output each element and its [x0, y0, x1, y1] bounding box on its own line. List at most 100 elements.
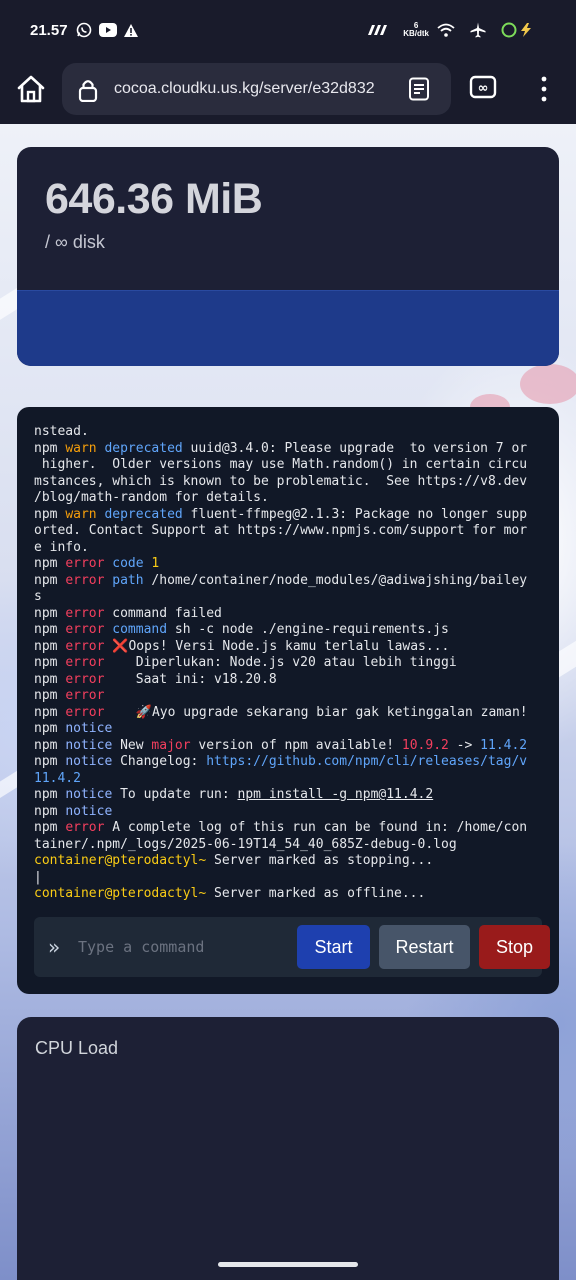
- console-card: nstead. npm warn deprecated uuid@3.4.0: P…: [17, 407, 559, 994]
- console-line: npm notice: [34, 721, 544, 738]
- console-output[interactable]: nstead. npm warn deprecated uuid@3.4.0: P…: [34, 424, 544, 904]
- console-segment: fluent-ffmpeg@2.1.3: Package no longer s…: [182, 506, 528, 522]
- tabs-icon: ∞: [469, 75, 497, 99]
- tabs-button[interactable]: ∞: [468, 72, 498, 102]
- console-segment: npm: [34, 820, 66, 835]
- console-segment: Diperlukan: Node.js v20 atau lebih tingg…: [104, 655, 457, 670]
- console-segment: npm: [34, 605, 66, 621]
- url-text: cocoa.cloudku.us.kg/server/e32d832: [114, 80, 375, 97]
- console-line: npm error A complete log of this run can…: [34, 820, 544, 837]
- console-segment: notice: [65, 721, 113, 736]
- console-line: e info.: [34, 540, 544, 557]
- more-vert-icon: [541, 76, 547, 102]
- console-line: npm error ❌Oops! Versi Node.js kamu terl…: [34, 639, 544, 656]
- console-segment: notice: [65, 787, 113, 802]
- console-segment: npm: [34, 556, 66, 571]
- console-segment: warn: [65, 506, 97, 522]
- console-segment: error: [65, 605, 105, 621]
- console-segment: /blog/math-random for details.: [34, 490, 269, 505]
- console-segment: ❌: [112, 638, 129, 654]
- console-segment: error: [65, 704, 105, 720]
- console-segment: mstances, which is known to be problemat…: [34, 473, 528, 489]
- gesture-home-indicator[interactable]: [218, 1262, 358, 1267]
- console-line: higher. Older versions may use Math.rand…: [34, 457, 544, 474]
- console-segment: path: [112, 572, 144, 588]
- command-input[interactable]: [78, 931, 268, 963]
- console-segment: 1: [151, 556, 160, 571]
- console-line: npm warn deprecated fluent-ffmpeg@2.1.3:…: [34, 507, 544, 524]
- console-segment: command failed: [104, 605, 222, 621]
- console-line: tainer/.npm/_logs/2025-06-19T14_54_40_68…: [34, 837, 544, 854]
- console-segment: To update run:: [112, 787, 238, 802]
- console-line: container@pterodactyl~ Server marked as …: [34, 853, 544, 870]
- console-segment: npm install -g npm@11.4.2: [237, 787, 434, 802]
- console-segment: container@pterodactyl~: [34, 853, 207, 868]
- stop-button[interactable]: Stop: [479, 925, 550, 969]
- console-segment: warn: [65, 440, 97, 456]
- console-segment: npm: [34, 572, 66, 588]
- console-line: npm notice: [34, 804, 544, 821]
- console-segment: Oops! Versi Node.js kamu terlalu lawas..…: [128, 638, 450, 654]
- prompt-chevron-icon: »: [48, 935, 61, 959]
- console-segment: orted. Contact Support at https://www.np…: [34, 523, 528, 538]
- console-line: /blog/math-random for details.: [34, 490, 544, 507]
- lock-icon: [78, 78, 98, 107]
- home-button[interactable]: [16, 74, 48, 106]
- battery-icon: [501, 22, 539, 38]
- console-line: npm error command sh -c node ./engine-re…: [34, 622, 544, 639]
- console-segment: Changelog:: [112, 754, 207, 769]
- console-segment: error: [65, 655, 105, 670]
- start-button[interactable]: Start: [297, 925, 370, 969]
- reader-mode-icon[interactable]: [408, 77, 430, 106]
- console-segment: npm: [34, 721, 66, 736]
- console-segment: npm: [34, 704, 66, 720]
- console-segment: nstead.: [34, 424, 89, 439]
- console-segment: Server marked as offline...: [206, 886, 426, 901]
- console-segment: error: [65, 638, 105, 654]
- console-segment: npm: [34, 754, 66, 769]
- console-segment: npm: [34, 787, 66, 802]
- restart-button[interactable]: Restart: [379, 925, 470, 969]
- console-line: npm notice New major version of npm avai…: [34, 738, 544, 755]
- console-segment: npm: [34, 803, 66, 819]
- net-speed: 6 KB/dtk: [403, 22, 429, 38]
- whatsapp-icon: [76, 22, 92, 38]
- console-line: nstead.: [34, 424, 544, 441]
- console-segment: 10.9.2: [401, 737, 449, 753]
- console-segment: notice: [65, 737, 113, 753]
- console-line: npm warn deprecated uuid@3.4.0: Please u…: [34, 441, 544, 458]
- console-line: npm error 🚀Ayo upgrade sekarang biar gak…: [34, 705, 544, 722]
- address-bar[interactable]: cocoa.cloudku.us.kg/server/e32d832: [62, 63, 451, 115]
- console-segment: deprecated: [104, 506, 183, 522]
- console-segment: 11.4.2: [34, 770, 81, 786]
- console-segment: uuid@3.4.0: Please upgrade to version 7 …: [182, 440, 528, 456]
- console-segment: 🚀Ayo upgrade sekarang biar gak ketinggal…: [104, 704, 528, 720]
- cpu-load-title: CPU Load: [35, 1038, 119, 1058]
- console-segment: 11.4.2: [480, 737, 528, 753]
- console-segment: tainer/.npm/_logs/2025-06-19T14_54_40_68…: [34, 836, 457, 852]
- console-line: |: [34, 870, 544, 887]
- console-line: mstances, which is known to be problemat…: [34, 474, 544, 491]
- status-time: 21.57: [30, 21, 68, 39]
- console-segment: A complete log of this run can be found …: [104, 820, 528, 835]
- disk-usage-value: 646.36 MiB: [45, 175, 263, 223]
- console-line: npm error code 1: [34, 556, 544, 573]
- console-segment: error: [65, 622, 105, 637]
- console-line: s: [34, 589, 544, 606]
- console-segment: container@pterodactyl~: [34, 886, 207, 901]
- console-segment: notice: [65, 754, 113, 769]
- status-bar: 21.57 6 KB/dtk: [0, 0, 576, 60]
- signal-icon: [368, 25, 388, 35]
- console-line: npm error Saat ini: v18.20.8: [34, 672, 544, 689]
- console-segment: /home/container/node_modules/@adiwajshin…: [143, 572, 528, 588]
- console-line: 11.4.2: [34, 771, 544, 788]
- console-segment: npm: [34, 506, 66, 522]
- console-segment: Saat ini: v18.20.8: [104, 671, 277, 687]
- console-segment: higher. Older versions may use Math.rand…: [34, 457, 528, 472]
- console-segment: deprecated: [104, 440, 183, 456]
- more-menu-button[interactable]: [534, 74, 554, 104]
- console-segment: error: [65, 671, 105, 687]
- browser-toolbar: cocoa.cloudku.us.kg/server/e32d832 ∞: [0, 60, 576, 124]
- console-segment: npm: [34, 638, 66, 654]
- console-line: npm error Diperlukan: Node.js v20 atau l…: [34, 655, 544, 672]
